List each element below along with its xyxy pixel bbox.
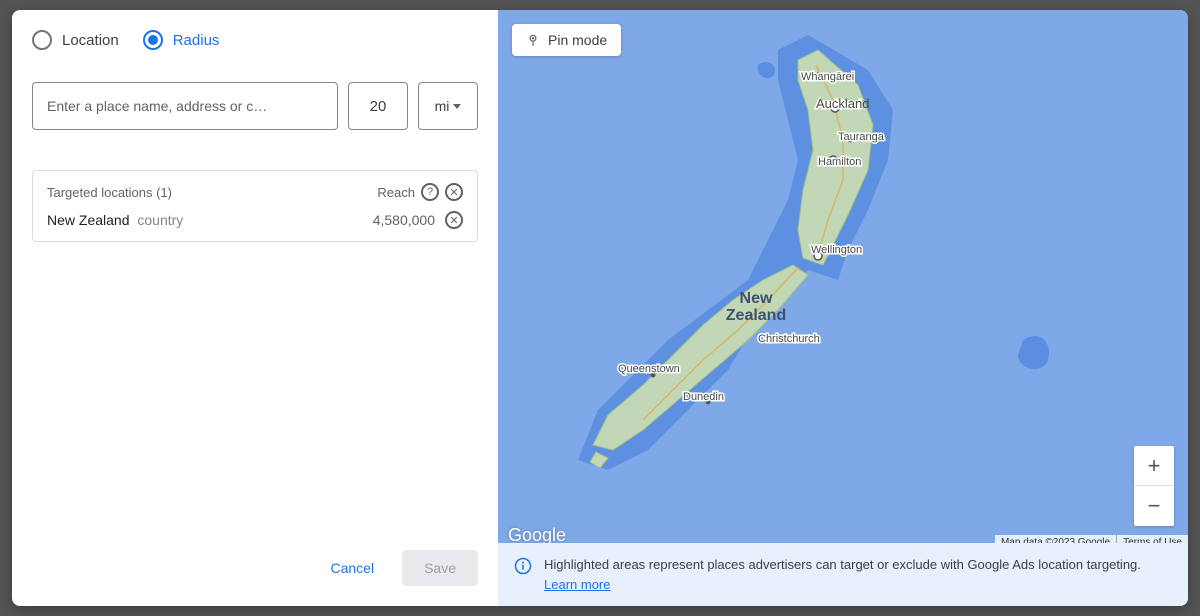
reach-header: Reach: [377, 183, 463, 201]
info-text: Highlighted areas represent places adver…: [544, 557, 1141, 572]
radius-value-input[interactable]: 20: [348, 82, 408, 130]
targeted-row: New Zealand country 4,580,000: [47, 211, 463, 229]
targeted-location-type: country: [137, 212, 183, 228]
city-hamilton: Hamilton: [818, 156, 861, 168]
mode-radio-group: Location Radius: [32, 30, 478, 50]
radio-location[interactable]: Location: [32, 30, 119, 50]
pin-icon: [526, 33, 540, 47]
chevron-down-icon: [453, 104, 461, 109]
zoom-out-button[interactable]: −: [1134, 486, 1174, 526]
unit-select[interactable]: mi: [418, 82, 478, 130]
targeted-header-label: Targeted locations (1): [47, 185, 172, 200]
zoom-in-button[interactable]: +: [1134, 446, 1174, 486]
targeted-header: Targeted locations (1) Reach: [47, 183, 463, 201]
targeted-location-name: New Zealand: [47, 212, 130, 228]
radio-radius[interactable]: Radius: [143, 30, 220, 50]
radius-value-text: 20: [370, 98, 387, 115]
map-panel: Whangārei Whangārei Auckland Auckland Ta…: [498, 10, 1188, 606]
remove-all-icon[interactable]: [445, 183, 463, 201]
zoom-controls: + −: [1134, 446, 1174, 526]
reach-label: Reach: [377, 185, 415, 200]
city-christchurch: Christchurch: [758, 333, 820, 345]
radio-location-label: Location: [62, 32, 119, 49]
city-whangarei: Whangārei: [801, 71, 854, 83]
pin-mode-label: Pin mode: [548, 32, 607, 48]
place-input-placeholder: Enter a place name, address or c…: [47, 98, 323, 114]
info-banner: Highlighted areas represent places adver…: [498, 543, 1188, 606]
map-canvas[interactable]: Whangārei Whangārei Auckland Auckland Ta…: [498, 10, 1188, 606]
info-icon: [514, 557, 532, 575]
targeted-locations-box: Targeted locations (1) Reach New Zealand…: [32, 170, 478, 242]
radio-radius-label: Radius: [173, 32, 220, 49]
city-queenstown: Queenstown: [618, 363, 680, 375]
city-tauranga: Tauranga: [838, 131, 885, 143]
save-button: Save: [402, 550, 478, 586]
dialog-footer: Cancel Save: [32, 538, 478, 586]
place-input[interactable]: Enter a place name, address or c…: [32, 82, 338, 130]
learn-more-link[interactable]: Learn more: [544, 577, 610, 592]
radio-unchecked-icon: [32, 30, 52, 50]
info-text-wrap: Highlighted areas represent places adver…: [544, 555, 1172, 594]
city-dunedin: Dunedin: [683, 391, 724, 403]
cancel-button[interactable]: Cancel: [318, 550, 386, 586]
left-panel: Location Radius Enter a place name, addr…: [12, 10, 498, 606]
radius-input-row: Enter a place name, address or c… 20 mi: [32, 82, 478, 130]
radio-checked-icon: [143, 30, 163, 50]
country-label: Zealand: [726, 307, 786, 324]
unit-label: mi: [435, 98, 450, 114]
svg-text:New: New: [740, 290, 773, 307]
remove-icon[interactable]: [445, 211, 463, 229]
location-dialog: Location Radius Enter a place name, addr…: [12, 10, 1188, 606]
reach-value: 4,580,000: [373, 212, 435, 228]
targeted-row-right: 4,580,000: [373, 211, 463, 229]
city-wellington: Wellington: [811, 244, 862, 256]
pin-mode-button[interactable]: Pin mode: [512, 24, 621, 56]
targeted-location-cell: New Zealand country: [47, 212, 183, 228]
city-auckland: Auckland: [816, 96, 869, 111]
help-icon[interactable]: [421, 183, 439, 201]
